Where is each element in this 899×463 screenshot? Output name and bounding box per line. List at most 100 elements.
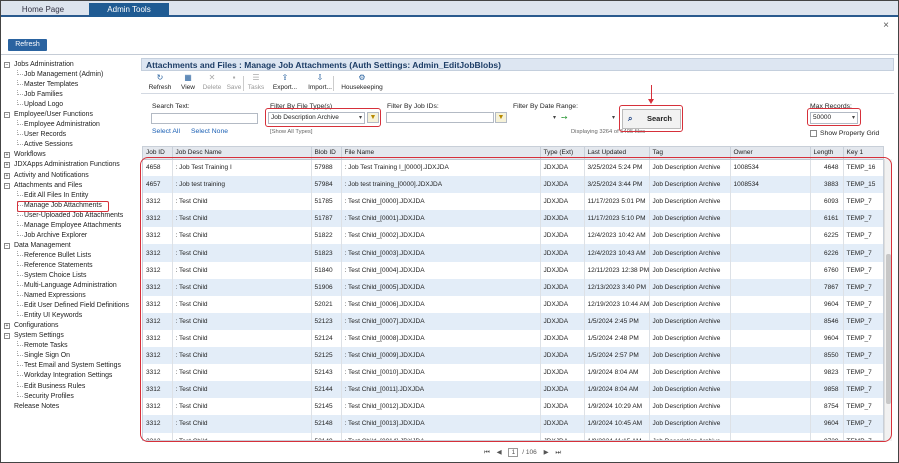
tree-connector [17, 220, 23, 226]
sidebar-category[interactable]: + Configurations [4, 321, 138, 331]
sidebar-item[interactable]: User-Uploaded Job Attachments [4, 210, 138, 221]
toolbar-tasks-button[interactable]: ☰ Tasks [247, 74, 265, 94]
highlight-max-records [807, 108, 861, 126]
sidebar-item[interactable]: Employee Administration [4, 120, 138, 130]
tree-connector [17, 311, 23, 317]
select-none-link[interactable]: Select None [191, 128, 228, 135]
pager: ⏮ ◀ 1 / 106 ▶ ⏭ [484, 448, 566, 458]
sidebar-item-label: Job Management (Admin) [24, 71, 104, 79]
sidebar-category[interactable]: + JDXApps Administration Functions [4, 160, 138, 170]
sidebar-item[interactable]: Edit User Defined Field Definitions [4, 301, 138, 311]
sidebar-item[interactable]: User Records [4, 130, 138, 140]
toolbar-save-button[interactable]: ▪ Save [225, 74, 243, 94]
tasks-icon: ☰ [252, 73, 260, 82]
sidebar-item-label: Configurations [14, 322, 59, 330]
collapse-icon[interactable]: − [4, 333, 10, 340]
next-page-icon[interactable]: ▶ [544, 448, 549, 456]
sidebar-item-label: Reference Statements [24, 261, 93, 269]
close-icon[interactable]: × [883, 20, 889, 31]
sidebar-item[interactable]: Edit All Files In Entity [4, 190, 138, 201]
sidebar-item[interactable]: Reference Bullet Lists [4, 250, 138, 261]
tree-connector [17, 291, 23, 297]
job-ids-input[interactable] [386, 112, 494, 123]
sidebar-item[interactable]: Edit Business Rules [4, 381, 138, 392]
tree-connector [17, 301, 23, 307]
select-all-link[interactable]: Select All [152, 128, 180, 135]
sidebar-item[interactable]: Security Profiles [4, 391, 138, 402]
collapse-icon[interactable]: − [4, 242, 10, 249]
show-all-types-link[interactable]: [Show All Types] [270, 129, 312, 135]
sidebar-item[interactable]: Job Families [4, 90, 138, 100]
sidebar-category[interactable]: + Activity and Notifications [4, 171, 138, 181]
toolbar-export-button[interactable]: ⇪ Export... [271, 74, 299, 94]
sidebar-item[interactable]: Remote Tasks [4, 341, 138, 351]
sidebar-item-label: Edit Business Rules [24, 382, 86, 390]
sidebar-category[interactable]: − Attachments and Files [4, 181, 138, 191]
sidebar-item[interactable]: Multi-Language Administration [4, 281, 138, 291]
collapse-icon[interactable]: − [4, 182, 10, 189]
page-total: / 106 [522, 449, 537, 456]
show-property-grid-checkbox[interactable] [810, 130, 817, 137]
sidebar-item-label: Reference Bullet Lists [24, 251, 92, 259]
sidebar-item[interactable]: Release Notes [4, 402, 138, 412]
collapse-icon[interactable]: − [4, 112, 10, 119]
tree-connector [17, 281, 23, 287]
sidebar-item-label: Manage Employee Attachments [24, 221, 122, 229]
expand-icon[interactable]: + [4, 172, 10, 179]
sidebar-item-label: System Settings [14, 332, 64, 340]
prev-page-icon[interactable]: ◀ [497, 448, 502, 456]
sidebar-item[interactable]: System Choice Lists [4, 270, 138, 281]
toolbar-import-button[interactable]: ⇩ Import... [306, 74, 334, 94]
page-number-input[interactable]: 1 [508, 448, 519, 457]
sidebar-category[interactable]: + Workflows [4, 150, 138, 160]
expand-icon[interactable]: + [4, 323, 10, 330]
sidebar-item[interactable]: Reference Statements [4, 260, 138, 271]
expand-icon[interactable]: + [4, 162, 10, 169]
sidebar-item[interactable]: Active Sessions [4, 140, 138, 150]
last-page-icon[interactable]: ⏭ [555, 449, 561, 457]
refresh-button[interactable]: Refresh [8, 39, 47, 51]
sidebar-item-label: Active Sessions [24, 141, 73, 149]
tree-connector [17, 120, 23, 126]
sidebar-item[interactable]: Upload Logo [4, 100, 138, 110]
tab-home-page[interactable]: Home Page [9, 3, 77, 17]
annotation-arrow-head [648, 99, 654, 104]
sidebar-item-label: Upload Logo [24, 101, 64, 109]
sidebar-item-label: Data Management [14, 241, 71, 249]
sidebar-category[interactable]: − Jobs Administration [4, 60, 138, 70]
sidebar-item[interactable]: Entity UI Keywords [4, 311, 138, 321]
highlight-file-type [265, 108, 381, 127]
search-text-input[interactable] [151, 113, 258, 124]
page-title: Attachments and Files : Manage Job Attac… [141, 58, 894, 71]
toolbar-refresh-button[interactable]: ↻ Refresh [148, 74, 172, 94]
sidebar-item[interactable]: Single Sign On [4, 351, 138, 361]
sidebar-item[interactable]: Workday Integration Settings [4, 371, 138, 381]
toolbar-delete-button[interactable]: ✕ Delete [202, 74, 222, 94]
sidebar-item[interactable]: Job Archive Explorer [4, 230, 138, 241]
tree-connector [17, 230, 23, 236]
tab-admin-tools[interactable]: Admin Tools [89, 3, 169, 17]
sidebar-item[interactable]: Manage Employee Attachments [4, 220, 138, 231]
first-page-icon[interactable]: ⏮ [484, 449, 490, 457]
date-from-select[interactable]: ▾ [513, 112, 559, 124]
expand-icon[interactable]: + [4, 152, 10, 159]
funnel-icon[interactable]: ▼ [495, 112, 507, 123]
sidebar-item[interactable]: Test Email and System Settings [4, 361, 138, 371]
toolbar-housekeeping-button[interactable]: ⚙ Housekeeping [341, 74, 383, 94]
sidebar-item[interactable]: Job Management (Admin) [4, 70, 138, 80]
housekeeping-icon: ⚙ [358, 73, 366, 82]
sidebar-item-label: Employee/User Functions [14, 111, 93, 119]
sidebar-category[interactable]: − Data Management [4, 241, 138, 251]
collapse-icon[interactable]: − [4, 62, 10, 68]
date-to-select[interactable]: ▾ [576, 112, 618, 124]
sidebar-item[interactable]: Named Expressions [4, 291, 138, 301]
sidebar-category[interactable]: − System Settings [4, 331, 138, 341]
toolbar-view-button[interactable]: ▦ View [179, 74, 197, 94]
toolbar-button-label: Save [226, 84, 242, 91]
delete-icon: ✕ [208, 73, 216, 82]
sidebar-item-label: Job Archive Explorer [24, 231, 88, 239]
sidebar-category[interactable]: − Employee/User Functions [4, 110, 138, 120]
sidebar-item[interactable]: Master Templates [4, 80, 138, 90]
tree-connector [17, 270, 23, 276]
job-ids-label: Filter By Job IDs: [387, 103, 439, 110]
